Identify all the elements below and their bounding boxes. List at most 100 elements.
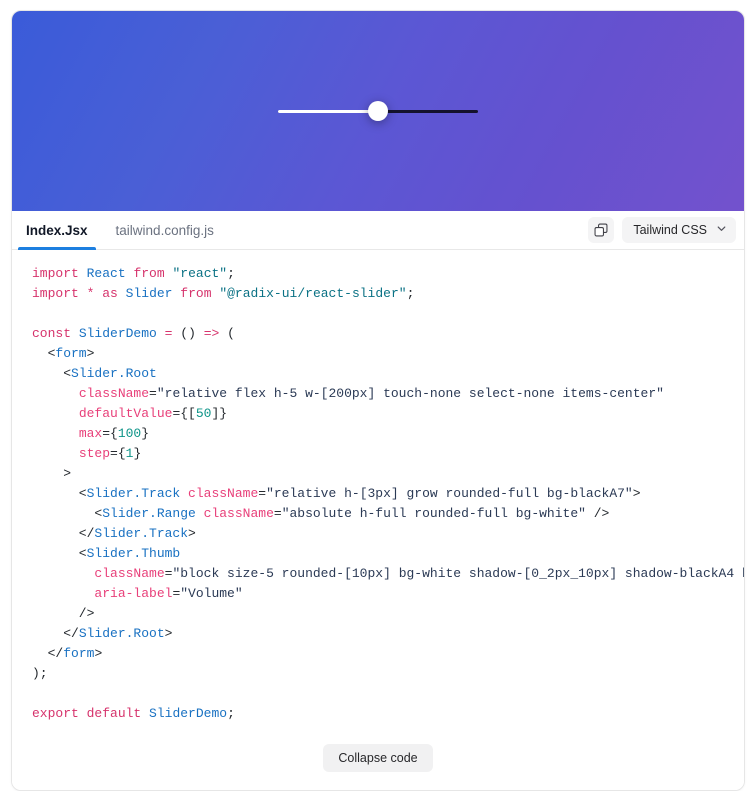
code-token: Slider.Range (102, 506, 196, 521)
code-token: </ (32, 526, 95, 541)
code-token: "Volume" (180, 586, 243, 601)
framework-select[interactable]: Tailwind CSS (622, 217, 736, 243)
slider-range (278, 109, 378, 113)
collapse-code-button[interactable]: Collapse code (323, 744, 433, 772)
code-token: as (102, 286, 118, 301)
code-token: step (78, 446, 111, 461)
slider-thumb[interactable] (368, 101, 388, 121)
code-block[interactable]: import React from "react"; import * as S… (12, 250, 744, 734)
code-token: ; (227, 706, 235, 721)
code-token: "relative h-[3px] grow rounded-full bg-b… (266, 486, 633, 501)
code-token: form (63, 646, 95, 661)
tabbar-actions: Tailwind CSS (588, 217, 736, 243)
code-token: SliderDemo (149, 706, 228, 721)
code-token: Slider.Track (86, 486, 181, 501)
tab-index-jsx[interactable]: Index.Jsx (12, 211, 102, 250)
code-token: > (188, 526, 196, 541)
page-root: Index.Jsx tailwind.config.js Tailwind CS… (0, 0, 756, 791)
code-token: < (32, 546, 87, 561)
code-token: Slider.Root (78, 626, 165, 641)
code-token: export (32, 706, 79, 721)
code-token: React (86, 266, 126, 281)
code-token: from (133, 266, 165, 281)
framework-select-value: Tailwind CSS (633, 223, 707, 237)
code-token: < (32, 486, 87, 501)
code-token: SliderDemo (78, 326, 157, 341)
tab-list: Index.Jsx tailwind.config.js (12, 211, 228, 250)
tab-label: Index.Jsx (26, 222, 88, 238)
code-token: > (94, 646, 103, 661)
code-token: import (32, 266, 79, 281)
code-token: className (203, 506, 274, 521)
code-footer: Collapse code (12, 734, 744, 790)
code-token: ; (406, 286, 415, 301)
code-token: => (203, 326, 220, 341)
code-token: ={ (102, 426, 118, 441)
code-token: } (133, 446, 142, 461)
code-token: Slider (125, 286, 173, 301)
code-token: () (180, 326, 204, 341)
code-token: ={[ (172, 406, 196, 421)
code-token: form (55, 346, 87, 361)
code-token: className (94, 566, 165, 581)
code-token: from (180, 286, 212, 301)
code-token: "@radix-ui/react-slider" (219, 286, 407, 301)
code-token: /> (32, 606, 95, 621)
code-token: default (86, 706, 142, 721)
code-token: < (32, 366, 72, 381)
code-token: </ (32, 646, 64, 661)
code-token: > (32, 466, 72, 481)
chevron-down-icon (716, 223, 727, 237)
code-token: className (188, 486, 259, 501)
code-token: aria-label (94, 586, 173, 601)
copy-icon (594, 223, 608, 237)
code-token: className (78, 386, 150, 401)
code-token: = (258, 486, 267, 501)
code-token: max (78, 426, 103, 441)
code-token: "react" (172, 266, 228, 281)
code-token: ={ (110, 446, 126, 461)
slider-track[interactable] (278, 101, 478, 121)
code-content: import React from "react"; import * as S… (12, 264, 744, 724)
code-token: > (86, 346, 95, 361)
slider-root[interactable] (278, 101, 478, 121)
code-token: < (32, 346, 56, 361)
code-token: ); (32, 666, 48, 681)
tab-tailwind-config[interactable]: tailwind.config.js (102, 211, 228, 249)
code-token: 50 (195, 406, 212, 421)
code-token: "block size-5 rounded-[10px] bg-white sh… (172, 566, 744, 581)
code-token: const (32, 326, 72, 341)
code-token: "relative flex h-5 w-[200px] touch-none … (156, 386, 664, 401)
code-token: } (141, 426, 150, 441)
code-token: > (632, 486, 641, 501)
code-token: 100 (117, 426, 142, 441)
code-token: </ (32, 626, 79, 641)
code-token: Slider.Thumb (86, 546, 181, 561)
component-preview (12, 11, 744, 211)
code-token: Slider.Root (71, 366, 157, 381)
tabbar: Index.Jsx tailwind.config.js Tailwind CS… (12, 211, 744, 250)
code-token: "absolute h-full rounded-full bg-white" (281, 506, 586, 521)
code-token: = (149, 386, 157, 401)
code-token: defaultValue (78, 406, 173, 421)
code-token: ( (219, 326, 235, 341)
code-token: > (164, 626, 173, 641)
tab-label: tailwind.config.js (115, 222, 214, 238)
copy-code-button[interactable] (588, 217, 615, 243)
code-token: ]} (211, 406, 228, 421)
code-token: < (32, 506, 103, 521)
